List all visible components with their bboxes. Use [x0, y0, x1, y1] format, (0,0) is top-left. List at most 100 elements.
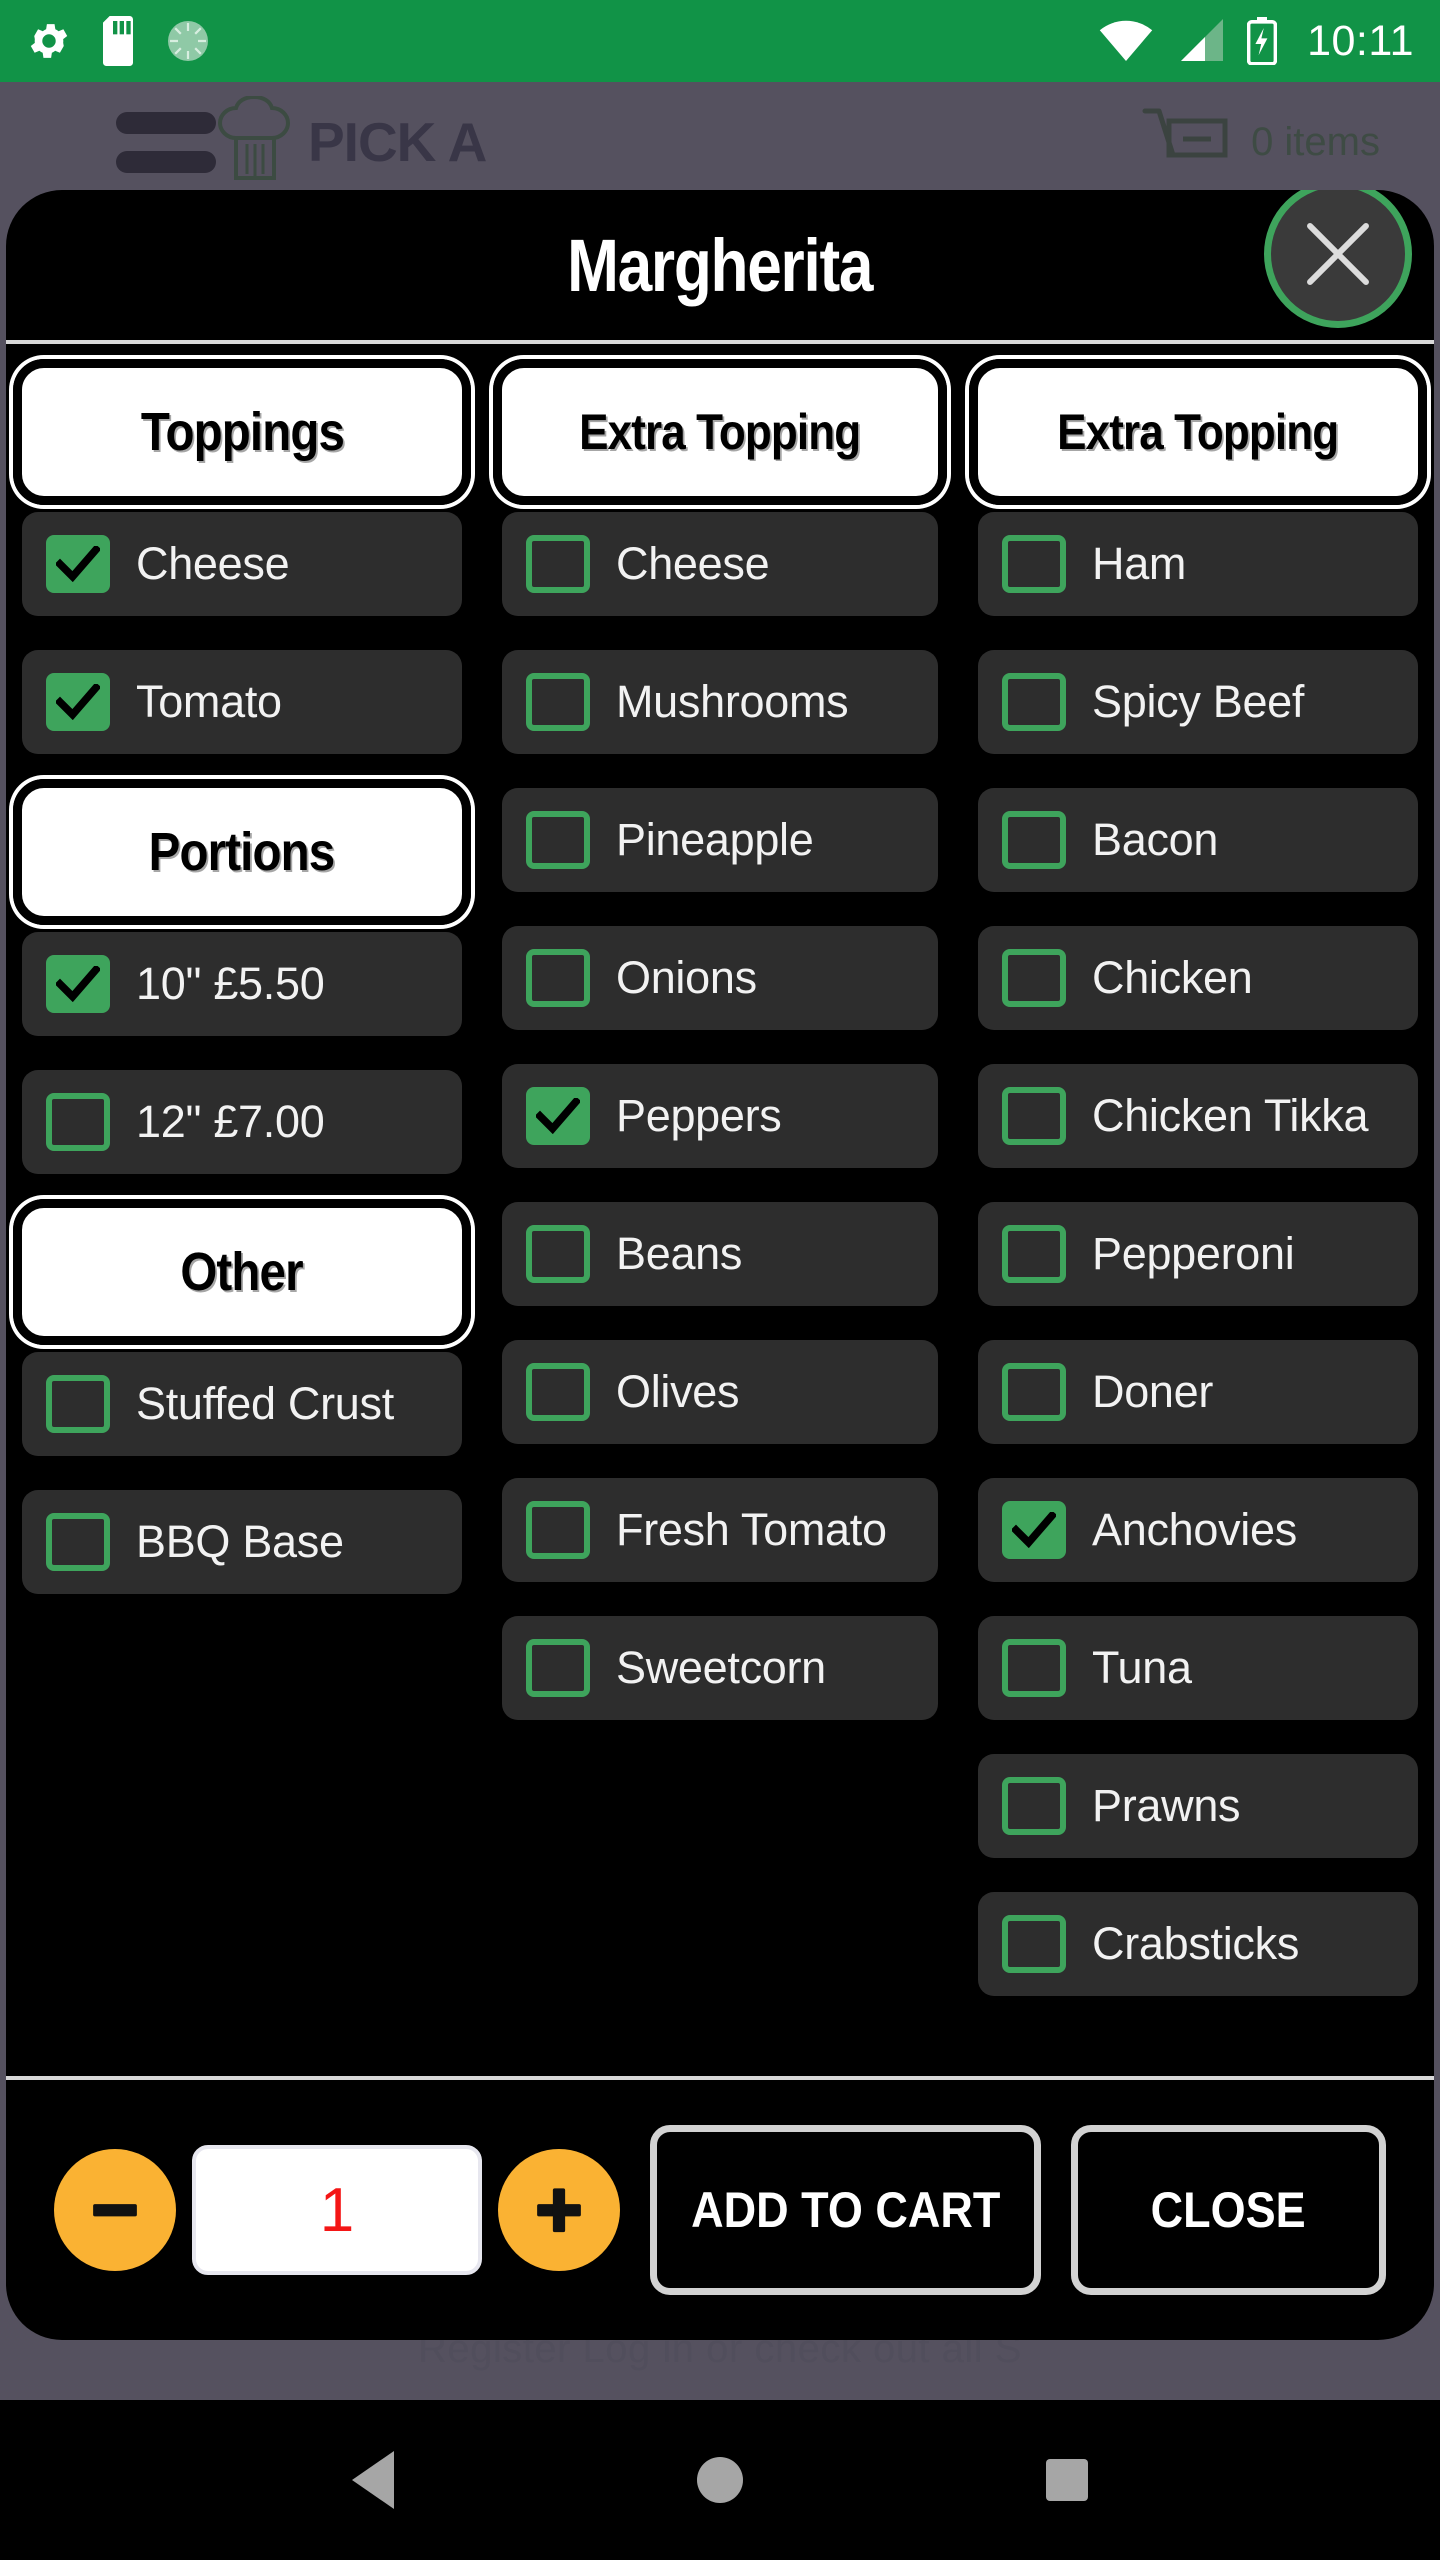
- cart-count-label: 0 items: [1251, 119, 1380, 164]
- checkbox-checked-icon[interactable]: [46, 673, 110, 731]
- modal-footer: 1 ADD TO CART CLOSE: [6, 2080, 1434, 2340]
- checkbox-unchecked-icon[interactable]: [526, 1363, 590, 1421]
- option-row-chicken[interactable]: Chicken: [978, 926, 1418, 1030]
- hamburger-menu-icon[interactable]: [36, 111, 216, 173]
- option-label: Mushrooms: [616, 676, 849, 727]
- checkmark-icon: [56, 546, 100, 582]
- option-label: Pineapple: [616, 814, 814, 865]
- checkbox-unchecked-icon[interactable]: [1002, 673, 1066, 731]
- checkbox-unchecked-icon[interactable]: [1002, 1225, 1066, 1283]
- option-row-tuna[interactable]: Tuna: [978, 1616, 1418, 1720]
- checkbox-unchecked-icon[interactable]: [46, 1093, 110, 1151]
- close-icon-button[interactable]: [1264, 190, 1412, 328]
- checkbox-unchecked-icon[interactable]: [1002, 1087, 1066, 1145]
- nav-recents-button[interactable]: [1007, 2420, 1127, 2540]
- checkbox-unchecked-icon[interactable]: [46, 1513, 110, 1571]
- nav-back-button[interactable]: [313, 2420, 433, 2540]
- option-label: Tuna: [1092, 1642, 1192, 1693]
- option-label: Pepperoni: [1092, 1228, 1295, 1279]
- option-row-chicken-tikka[interactable]: Chicken Tikka: [978, 1064, 1418, 1168]
- checkbox-unchecked-icon[interactable]: [1002, 1363, 1066, 1421]
- option-row-stuffed-crust[interactable]: Stuffed Crust: [22, 1352, 462, 1456]
- section-header-label: Extra Topping: [579, 404, 861, 460]
- cellular-signal-icon: [1181, 19, 1224, 61]
- decrement-quantity-button[interactable]: [54, 2149, 176, 2271]
- checkbox-unchecked-icon[interactable]: [1002, 1777, 1066, 1835]
- option-row-10-inch[interactable]: 10" £5.50: [22, 932, 462, 1036]
- option-row-onions[interactable]: Onions: [502, 926, 938, 1030]
- option-row-sweetcorn[interactable]: Sweetcorn: [502, 1616, 938, 1720]
- spinner-icon: [168, 21, 208, 61]
- option-row-fresh-tomato[interactable]: Fresh Tomato: [502, 1478, 938, 1582]
- option-label: Bacon: [1092, 814, 1219, 865]
- brand-logo: PICK A: [216, 96, 487, 188]
- page-title: Margherita: [567, 223, 873, 307]
- option-label: Stuffed Crust: [136, 1378, 394, 1429]
- checkbox-unchecked-icon[interactable]: [526, 1501, 590, 1559]
- option-label: Sweetcorn: [616, 1642, 826, 1693]
- option-label: Cheese: [136, 538, 290, 589]
- checkbox-checked-icon[interactable]: [526, 1087, 590, 1145]
- option-row-prawns[interactable]: Prawns: [978, 1754, 1418, 1858]
- option-row-doner[interactable]: Doner: [978, 1340, 1418, 1444]
- battery-charging-icon: [1247, 17, 1278, 65]
- option-label: Ham: [1092, 538, 1187, 589]
- option-row-pineapple[interactable]: Pineapple: [502, 788, 938, 892]
- checkmark-icon: [56, 966, 100, 1002]
- nav-home-button[interactable]: [660, 2420, 780, 2540]
- option-row-olives[interactable]: Olives: [502, 1340, 938, 1444]
- add-to-cart-button[interactable]: ADD TO CART: [650, 2125, 1041, 2295]
- checkbox-unchecked-icon[interactable]: [1002, 1915, 1066, 1973]
- checkbox-checked-icon[interactable]: [1002, 1501, 1066, 1559]
- option-row-spicy-beef[interactable]: Spicy Beef: [978, 650, 1418, 754]
- checkbox-unchecked-icon[interactable]: [1002, 949, 1066, 1007]
- checkbox-unchecked-icon[interactable]: [1002, 811, 1066, 869]
- section-header-extra-topping-2: Extra Topping: [969, 359, 1427, 505]
- option-row-bacon[interactable]: Bacon: [978, 788, 1418, 892]
- product-customisation-modal: Margherita Toppings Cheese Tomato Portio…: [6, 190, 1434, 2340]
- option-row-anchovies[interactable]: Anchovies: [978, 1478, 1418, 1582]
- checkbox-unchecked-icon[interactable]: [526, 949, 590, 1007]
- brand-name: PICK A: [308, 111, 487, 173]
- close-icon: [1307, 223, 1369, 285]
- checkbox-unchecked-icon[interactable]: [526, 1225, 590, 1283]
- background-app-header: PICK A 0 items: [0, 82, 1440, 202]
- increment-quantity-button[interactable]: [498, 2149, 620, 2271]
- option-row-beans[interactable]: Beans: [502, 1202, 938, 1306]
- quantity-input[interactable]: 1: [192, 2145, 482, 2275]
- checkbox-checked-icon[interactable]: [46, 535, 110, 593]
- checkbox-unchecked-icon[interactable]: [46, 1375, 110, 1433]
- option-row-crabsticks[interactable]: Crabsticks: [978, 1892, 1418, 1996]
- option-row-cheese-extra[interactable]: Cheese: [502, 512, 938, 616]
- checkbox-unchecked-icon[interactable]: [1002, 1639, 1066, 1697]
- checkbox-unchecked-icon[interactable]: [526, 535, 590, 593]
- section-header-toppings: Toppings: [13, 359, 471, 505]
- option-row-pepperoni[interactable]: Pepperoni: [978, 1202, 1418, 1306]
- options-columns: Toppings Cheese Tomato Portions 10" £5.5…: [6, 344, 1434, 2072]
- option-row-cheese[interactable]: Cheese: [22, 512, 462, 616]
- modal-header: Margherita: [6, 190, 1434, 340]
- option-label: Anchovies: [1092, 1504, 1297, 1555]
- option-row-bbq-base[interactable]: BBQ Base: [22, 1490, 462, 1594]
- checkbox-unchecked-icon[interactable]: [1002, 535, 1066, 593]
- checkbox-unchecked-icon[interactable]: [526, 1639, 590, 1697]
- option-label: Doner: [1092, 1366, 1214, 1417]
- option-label: Prawns: [1092, 1780, 1241, 1831]
- status-bar-clock: 10:11: [1307, 16, 1414, 65]
- option-row-mushrooms[interactable]: Mushrooms: [502, 650, 938, 754]
- option-label: Cheese: [616, 538, 770, 589]
- home-circle-icon: [696, 2457, 743, 2503]
- option-row-12-inch[interactable]: 12" £7.00: [22, 1070, 462, 1174]
- cart-widget[interactable]: 0 items: [1141, 105, 1404, 179]
- plus-icon: [537, 2188, 581, 2233]
- checkbox-unchecked-icon[interactable]: [526, 811, 590, 869]
- close-label: CLOSE: [1150, 2182, 1307, 2238]
- close-button[interactable]: CLOSE: [1071, 2125, 1386, 2295]
- checkbox-unchecked-icon[interactable]: [526, 673, 590, 731]
- option-row-tomato[interactable]: Tomato: [22, 650, 462, 754]
- column-right: Extra Topping Ham Spicy Beef Bacon Chick…: [958, 359, 1434, 2072]
- option-row-ham[interactable]: Ham: [978, 512, 1418, 616]
- checkbox-checked-icon[interactable]: [46, 955, 110, 1013]
- shopping-cart-icon: [1142, 108, 1228, 158]
- option-row-peppers[interactable]: Peppers: [502, 1064, 938, 1168]
